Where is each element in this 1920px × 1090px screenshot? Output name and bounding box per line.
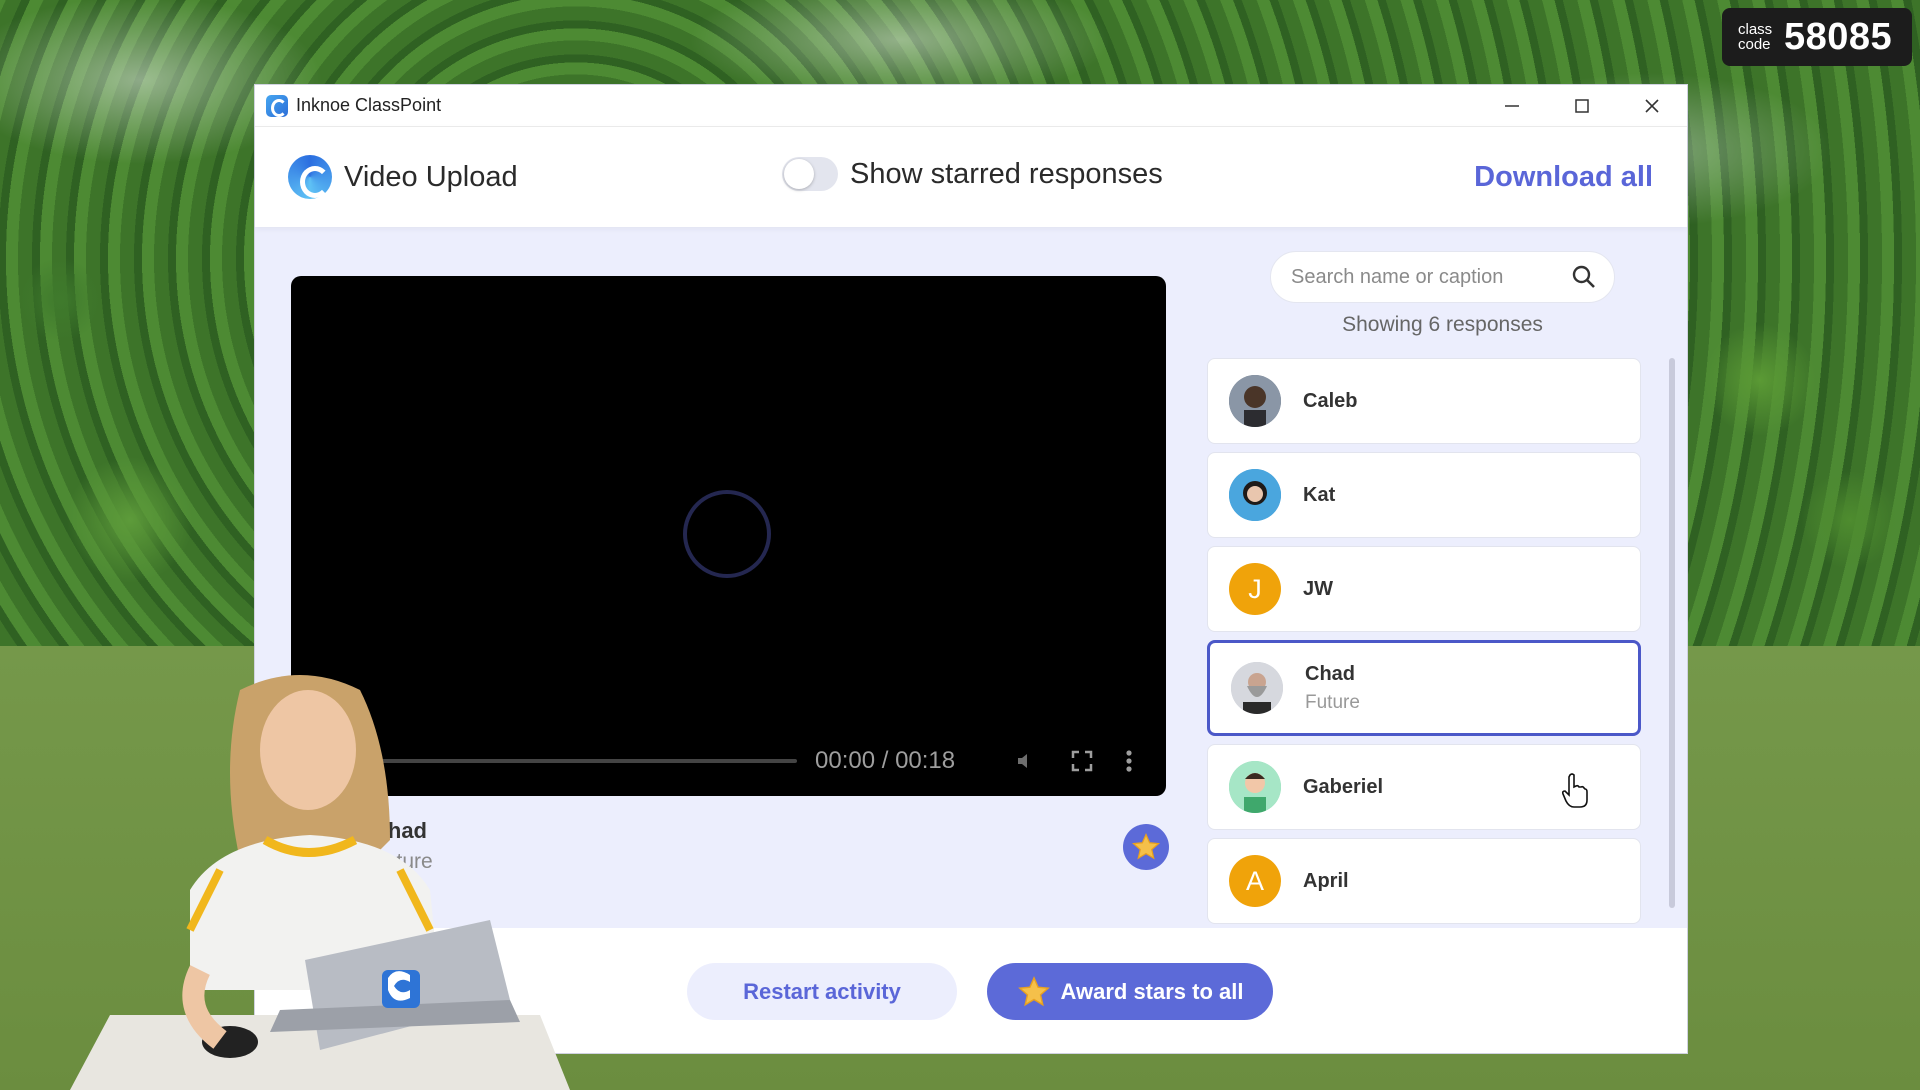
volume-icon[interactable] [1015,751,1035,771]
restart-activity-button[interactable]: Restart activity [687,963,957,1020]
avatar [1229,375,1281,427]
response-name: Gaberiel [1303,775,1384,798]
minimize-button[interactable] [1477,85,1547,127]
starred-toggle-label: Show starred responses [850,157,1163,190]
classpoint-app-icon [266,94,288,117]
avatar: A [1229,855,1281,907]
title-bar: Inknoe ClassPoint [255,85,1687,127]
response-name: Kat [1303,483,1336,506]
star-icon [1017,975,1050,1006]
class-code-value: 58085 [1784,15,1893,58]
starred-toggle[interactable] [782,157,838,191]
toggle-knob [784,159,814,189]
response-list: Caleb Kat J JW Chad Future Gaberiel A Ap… [1207,358,1643,926]
avatar [1229,761,1281,813]
avatar [1231,662,1283,714]
close-icon [1645,99,1659,113]
class-code-badge: class code 58085 [1722,8,1912,66]
maximize-button[interactable] [1547,85,1617,127]
loading-spinner-icon [683,490,771,578]
fullscreen-icon[interactable] [1071,750,1093,772]
maximize-icon [1575,99,1589,113]
award-stars-label: Award stars to all [1060,978,1244,1004]
response-card-april[interactable]: A April [1207,838,1641,924]
minimize-icon [1505,105,1519,107]
starred-toggle-group: Show starred responses [782,157,1163,191]
avatar [1229,469,1281,521]
search-box [1270,251,1615,303]
window-title: Inknoe ClassPoint [296,95,442,115]
response-name: Chad [1305,662,1355,685]
star-icon [1131,832,1161,860]
page-title: Video Upload [344,160,518,193]
video-time: 00:00 / 00:18 [815,747,956,774]
more-options-icon[interactable] [1125,749,1133,773]
activity-header: Video Upload Show starred responses Down… [255,127,1687,227]
response-caption: Future [1305,691,1360,713]
response-card-caleb[interactable]: Caleb [1207,358,1641,444]
response-card-chad[interactable]: Chad Future [1207,640,1641,736]
presenter-figure [70,675,570,1090]
response-text: Chad Future [1305,663,1360,714]
response-name: Caleb [1303,389,1358,412]
class-code-label: class code [1738,21,1773,53]
window-controls [1477,85,1687,127]
hand-cursor-icon [1561,773,1588,808]
classpoint-logo-icon [288,155,332,199]
response-name: JW [1303,577,1333,600]
response-card-jw[interactable]: J JW [1207,546,1641,632]
award-star-button[interactable] [1123,824,1169,870]
search-icon[interactable] [1571,264,1597,290]
close-button[interactable] [1617,85,1687,127]
download-all-link[interactable]: Download all [1474,161,1653,194]
award-stars-button[interactable]: Award stars to all [987,963,1273,1020]
response-card-kat[interactable]: Kat [1207,452,1641,538]
response-list-scrollbar[interactable] [1669,358,1675,908]
response-name: April [1303,869,1349,892]
response-count: Showing 6 responses [1342,313,1543,336]
avatar: J [1229,563,1281,615]
search-input[interactable] [1291,265,1561,289]
